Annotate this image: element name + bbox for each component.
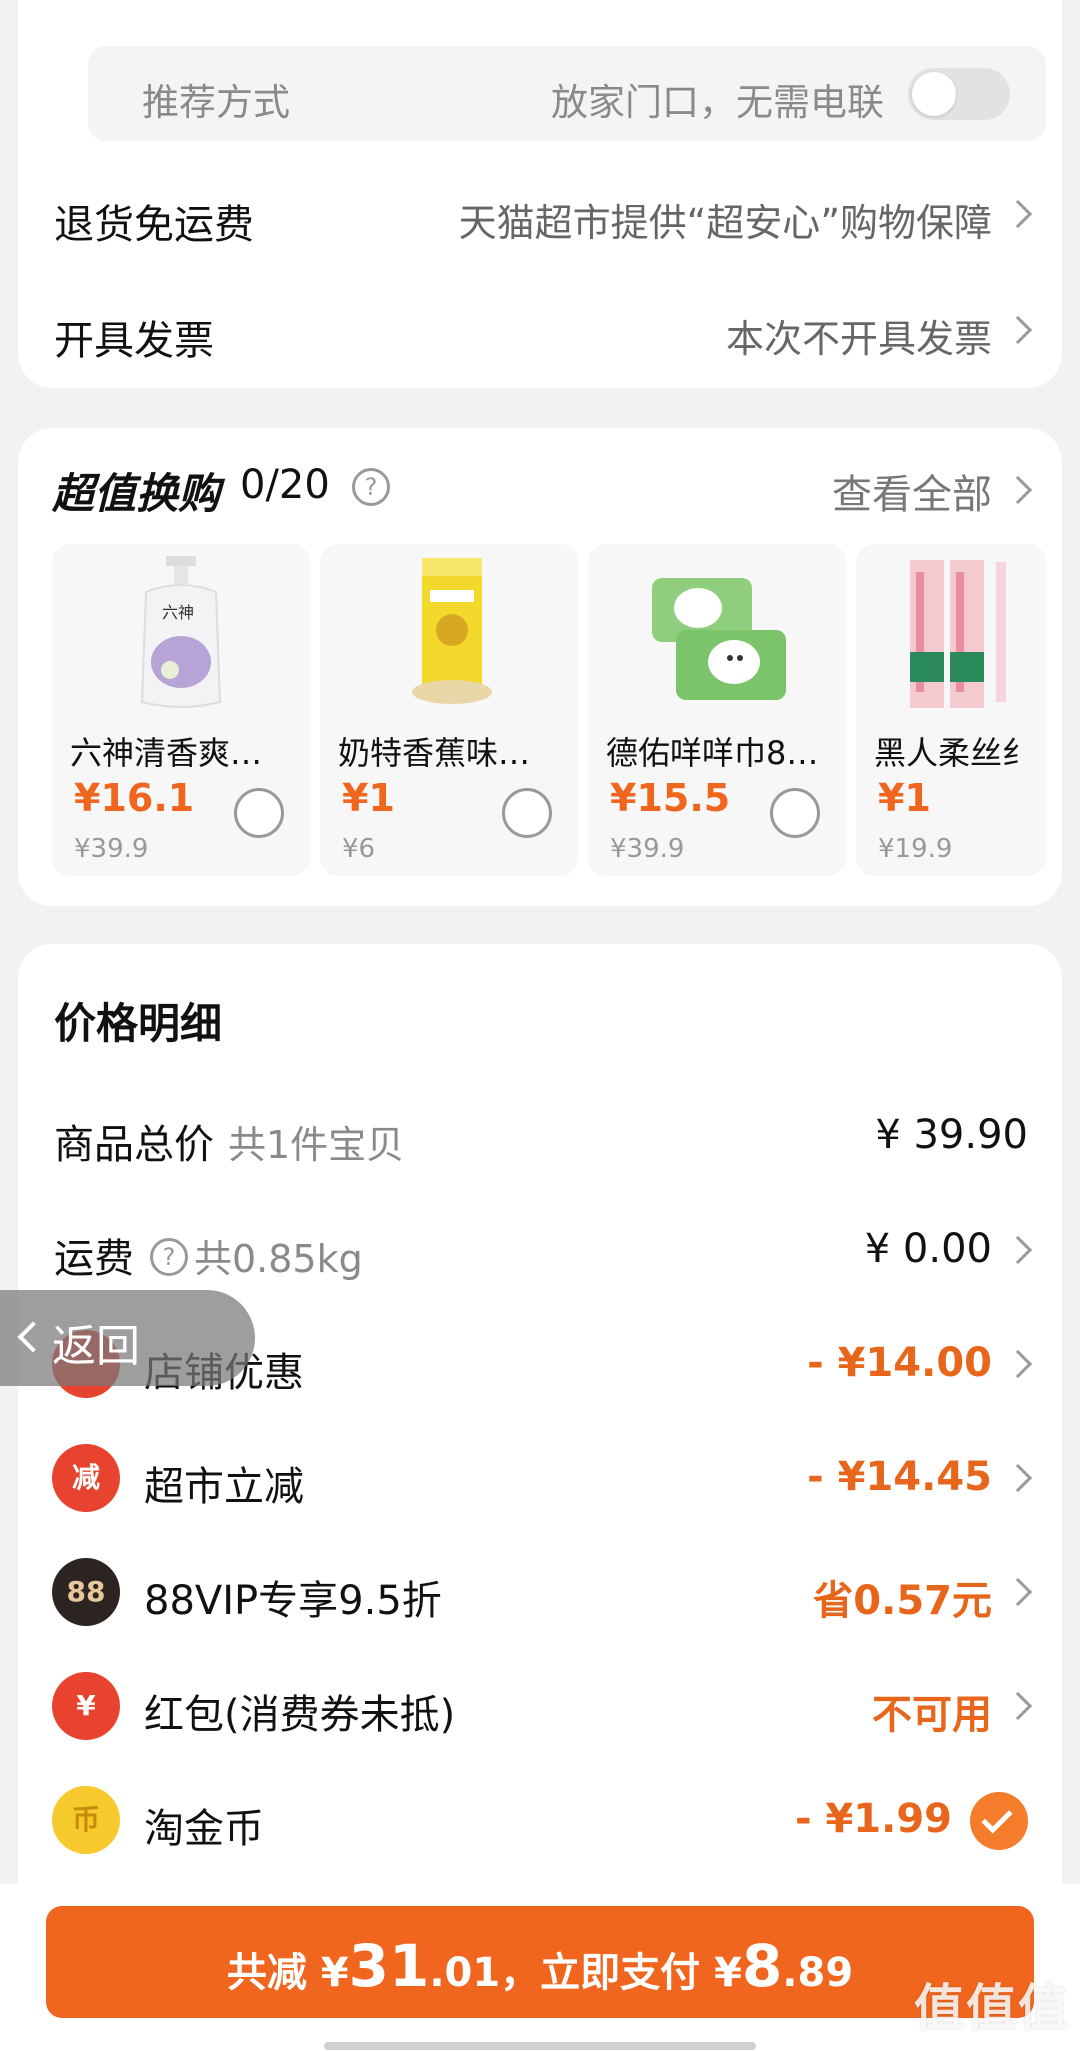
red-packet-label: 红包(消费券未抵): [144, 1692, 456, 1738]
pay-now-button[interactable]: 共减 ¥31.01，立即支付 ¥8.89: [46, 1906, 1034, 2018]
vip-discount-label: 88VIP专享9.5折: [144, 1578, 442, 1624]
invoice-label: 开具发票: [54, 318, 214, 364]
product-image-toothbrush: [910, 560, 1006, 708]
goods-total-count: 共1件宝贝: [228, 1123, 405, 1167]
coin-label: 淘金币: [144, 1806, 264, 1852]
coin-value: - ¥1.99: [794, 1796, 952, 1842]
product-select-radio[interactable]: [234, 788, 284, 838]
red-packet-icon: ¥: [52, 1672, 120, 1740]
product-original-price: ¥39.9: [74, 834, 149, 864]
chevron-right-icon: [1003, 1463, 1033, 1493]
red-packet-value: 不可用: [872, 1692, 992, 1738]
check-icon: [981, 1802, 1013, 1834]
red-packet-row[interactable]: ¥ 红包(消费券未抵) 不可用: [18, 1672, 1062, 1742]
pay-amount-dec: .89: [782, 1950, 854, 1996]
product-select-radio[interactable]: [502, 788, 552, 838]
market-cut-row[interactable]: 减 超市立减 - ¥14.45: [18, 1444, 1062, 1514]
price-detail-title: 价格明细: [54, 999, 223, 1048]
back-button[interactable]: 返回: [0, 1290, 255, 1386]
order-options-card: 推荐方式 放家门口，无需电联 退货免运费 天猫超市提供“超安心”购物保障 开具发…: [18, 0, 1062, 388]
recommend-delivery-row: 推荐方式 放家门口，无需电联: [88, 46, 1046, 141]
back-label: 返回: [52, 1321, 140, 1372]
vip-discount-value: 省0.57元: [813, 1578, 992, 1624]
market-cut-label: 超市立减: [144, 1464, 304, 1510]
coin-row[interactable]: 币 淘金币 - ¥1.99: [18, 1786, 1062, 1856]
back-arrow-icon: [17, 1321, 49, 1353]
product-select-radio[interactable]: [770, 788, 820, 838]
invoice-value: 本次不开具发票: [725, 317, 992, 361]
product-price: ¥15.5: [610, 776, 731, 820]
chevron-right-icon: [1003, 475, 1033, 505]
help-icon[interactable]: ?: [352, 468, 390, 506]
chevron-right-icon: [1003, 1349, 1033, 1379]
view-all-link[interactable]: 查看全部: [832, 462, 992, 520]
swap-product-card[interactable]: 六神 六神清香爽… ¥16.1 ¥39.9: [52, 544, 310, 876]
product-image-shower-gel: 六神: [140, 556, 222, 708]
shipping-label: 运费? 共0.85kg: [54, 1236, 363, 1282]
pay-amount-int: 8: [741, 1932, 783, 2000]
product-name: 德佑咩咩巾8…: [606, 734, 819, 772]
swap-product-card[interactable]: 奶特香蕉味… ¥1 ¥6: [320, 544, 578, 876]
recommend-toggle[interactable]: [908, 68, 1010, 120]
vip-88-icon: 88: [52, 1558, 120, 1626]
product-original-price: ¥39.9: [610, 834, 685, 864]
vip-discount-row[interactable]: 88 88VIP专享9.5折 省0.57元: [18, 1558, 1062, 1628]
product-name: 奶特香蕉味…: [338, 734, 531, 772]
return-shipping-label: 退货免运费: [54, 202, 254, 248]
product-name: 黑人柔丝纟: [874, 734, 1035, 772]
return-shipping-value: 天猫超市提供“超安心”购物保障: [458, 201, 992, 245]
total-reduction-dec: .01: [429, 1950, 501, 1996]
product-image-wipes: [652, 578, 786, 700]
goods-total-value: ¥ 39.90: [875, 1112, 1028, 1158]
swap-product-card[interactable]: 德佑咩咩巾8… ¥15.5 ¥39.9: [588, 544, 846, 876]
recommend-label: 推荐方式: [142, 81, 290, 124]
product-original-price: ¥19.9: [878, 834, 953, 864]
store-discount-value: - ¥14.00: [807, 1340, 992, 1386]
return-shipping-row[interactable]: 退货免运费 天猫超市提供“超安心”购物保障: [18, 186, 1062, 248]
total-reduction-int: 31: [348, 1932, 430, 2000]
chevron-right-icon: [1003, 199, 1033, 229]
swap-title: 超值换购: [52, 469, 221, 518]
reduce-icon: 减: [52, 1444, 120, 1512]
product-price: ¥1: [878, 776, 931, 820]
coin-icon: 币: [52, 1786, 120, 1854]
svg-text:六神: 六神: [162, 603, 194, 622]
swap-count: 0/20: [240, 462, 330, 508]
swap-product-card[interactable]: 黑人柔丝纟 ¥1 ¥19.9: [856, 544, 1046, 876]
site-watermark: 值值值 zhizhizhi.com: [914, 1979, 1070, 2052]
chevron-right-icon: [1003, 1577, 1033, 1607]
recommend-value: 放家门口，无需电联: [551, 81, 884, 124]
goods-total-row: 商品总价 共1件宝贝 ¥ 39.90: [18, 1102, 1062, 1172]
chevron-right-icon: [1003, 1235, 1033, 1265]
product-price: ¥1: [342, 776, 395, 820]
help-icon[interactable]: ?: [150, 1238, 188, 1276]
shipping-weight: 共0.85kg: [194, 1237, 363, 1281]
coin-checkbox[interactable]: [970, 1792, 1028, 1850]
chevron-right-icon: [1003, 315, 1033, 345]
toggle-knob: [912, 72, 956, 116]
shipping-value: ¥ 0.00: [864, 1226, 992, 1272]
goods-total-label: 商品总价 共1件宝贝: [54, 1122, 405, 1168]
home-indicator[interactable]: [324, 2042, 756, 2050]
bottom-pay-bar: 共减 ¥31.01，立即支付 ¥8.89 值值值 zhizhizhi.com: [0, 1884, 1080, 2052]
product-original-price: ¥6: [342, 834, 376, 864]
invoice-row[interactable]: 开具发票 本次不开具发票: [18, 302, 1062, 364]
price-detail-card: 价格明细 商品总价 共1件宝贝 ¥ 39.90 运费? 共0.85kg ¥ 0.00…: [18, 944, 1062, 1884]
product-image-banana-milk: [412, 558, 492, 704]
shipping-row[interactable]: 运费? 共0.85kg ¥ 0.00: [18, 1216, 1062, 1286]
chevron-right-icon: [1003, 1691, 1033, 1721]
market-cut-value: - ¥14.45: [807, 1454, 992, 1500]
swap-deals-card: 超值换购 0/20 ? 查看全部 六神 六神清香爽… ¥16.1 ¥39.9 奶…: [18, 428, 1062, 906]
product-price: ¥16.1: [74, 776, 195, 820]
product-name: 六神清香爽…: [70, 734, 263, 772]
pay-summary: 共减 ¥31.01，立即支付 ¥8.89: [226, 1932, 854, 2000]
